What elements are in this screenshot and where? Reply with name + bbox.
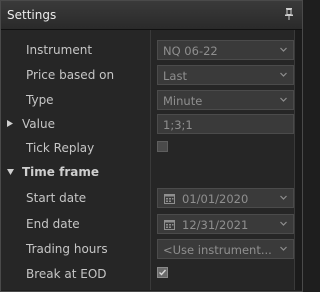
chevron-down-icon (280, 97, 287, 102)
chevron-down-icon (280, 195, 287, 200)
chevron-down-icon (280, 72, 287, 77)
checkmark-icon (159, 269, 167, 276)
start-date-value: 01/01/2020 (182, 192, 249, 206)
type-dropdown[interactable]: Minute (157, 90, 294, 110)
property-row-instrument: Instrument NQ 06-22 (1, 38, 295, 62)
chevron-down-icon (280, 246, 287, 251)
instrument-label: Instrument (26, 43, 93, 57)
triangle-right-icon[interactable] (7, 120, 13, 127)
price-based-on-label: Price based on (26, 68, 115, 82)
tick-replay-checkbox[interactable] (157, 141, 168, 152)
value-label: Value (22, 117, 55, 131)
title-bar: Settings (1, 1, 302, 30)
tick-replay-label: Tick Replay (26, 141, 95, 155)
property-row-type: Type Minute (1, 88, 295, 112)
property-row-tick-replay: Tick Replay (1, 136, 295, 160)
instrument-dropdown[interactable]: NQ 06-22 (157, 40, 294, 60)
end-date-picker[interactable]: 12/31/2021 (157, 214, 294, 234)
value-text: 1;3;1 (163, 118, 193, 132)
property-row-value: Value 1;3;1 (1, 112, 295, 136)
property-row-end-date: End date 12/31/2021 (1, 212, 295, 236)
vertical-scrollbar[interactable] (294, 30, 302, 290)
property-row-price-based-on: Price based on Last (1, 63, 295, 87)
calendar-icon (164, 194, 175, 204)
instrument-value: NQ 06-22 (163, 44, 218, 58)
end-date-value: 12/31/2021 (182, 218, 249, 232)
type-value: Minute (163, 94, 203, 108)
time-frame-header: Time frame (22, 165, 99, 179)
trading-hours-label: Trading hours (26, 242, 108, 256)
section-header-time-frame[interactable]: Time frame (1, 160, 295, 184)
start-date-picker[interactable]: 01/01/2020 (157, 188, 294, 208)
panel-title: Settings (7, 8, 57, 22)
break-at-eod-checkbox[interactable] (157, 267, 168, 278)
price-based-on-value: Last (163, 69, 187, 83)
property-row-start-date: Start date 01/01/2020 (1, 186, 295, 210)
pin-icon[interactable] (284, 7, 294, 21)
break-at-eod-label: Break at EOD (26, 267, 107, 281)
end-date-label: End date (26, 217, 80, 231)
property-row-trading-hours: Trading hours <Use instrument... (1, 237, 295, 261)
triangle-down-icon[interactable] (7, 169, 14, 175)
trading-hours-dropdown[interactable]: <Use instrument... (157, 239, 294, 259)
chevron-down-icon (280, 221, 287, 226)
value-input[interactable]: 1;3;1 (157, 114, 294, 134)
start-date-label: Start date (26, 191, 87, 205)
price-based-on-dropdown[interactable]: Last (157, 65, 294, 85)
trading-hours-value: <Use instrument... (163, 243, 272, 257)
property-row-break-at-eod: Break at EOD (1, 262, 295, 286)
calendar-icon (164, 220, 175, 230)
type-label: Type (26, 93, 54, 107)
chevron-down-icon (280, 47, 287, 52)
